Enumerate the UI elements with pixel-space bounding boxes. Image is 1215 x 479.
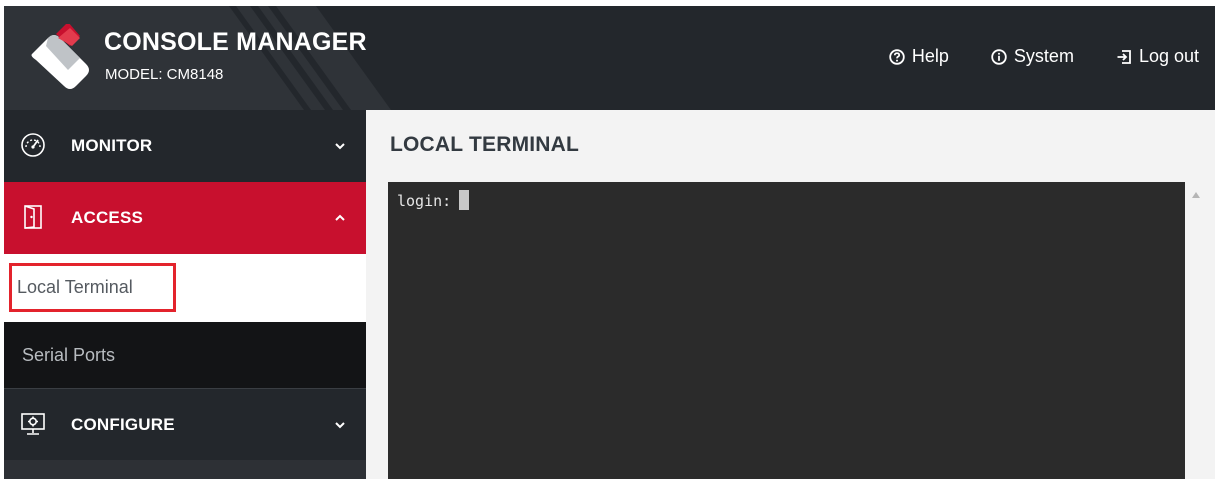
help-label: Help	[911, 46, 949, 66]
monitor-gear-icon	[21, 413, 45, 435]
sidebar-item-monitor-label: MONITOR	[71, 136, 153, 155]
sidebar-item-access[interactable]: ACCESS	[4, 182, 366, 254]
door-icon	[24, 205, 42, 229]
page-title: LOCAL TERMINAL	[390, 133, 580, 156]
system-label: System	[1013, 46, 1074, 66]
console-manager-logo-icon	[31, 24, 89, 89]
sidebar-subitem-local-terminal[interactable]: Local Terminal	[9, 263, 176, 312]
terminal-cursor	[459, 190, 470, 210]
sidebar-subitem-serial-ports[interactable]: Serial Ports	[4, 322, 366, 388]
help-link[interactable]: Help	[889, 46, 949, 67]
sidebar-footer-space	[4, 460, 366, 479]
chevron-down-icon	[335, 143, 345, 150]
terminal-prompt: login:	[397, 192, 452, 210]
main-content: LOCAL TERMINAL login:	[366, 110, 1215, 479]
top-header: CONSOLE MANAGER MODEL: CM8148 Help Syste…	[4, 6, 1215, 110]
brand-model: MODEL: CM8148	[105, 66, 224, 83]
sign-out-icon	[1117, 49, 1131, 64]
console-manager-app: CONSOLE MANAGER MODEL: CM8148 Help Syste…	[4, 6, 1215, 479]
logout-link[interactable]: Log out	[1116, 46, 1199, 67]
sidebar-subitem-local-terminal-row: Local Terminal	[4, 254, 366, 322]
chevron-up-icon	[335, 214, 345, 221]
sidebar-item-configure[interactable]: CONFIGURE	[4, 388, 366, 460]
system-link[interactable]: System	[991, 46, 1074, 67]
scroll-up-arrow-icon[interactable]	[1192, 192, 1200, 198]
sidebar-item-configure-label: CONFIGURE	[71, 414, 175, 434]
sidebar: MONITOR ACCESS Local Terminal Serial Por…	[4, 110, 366, 479]
info-circle-icon	[991, 48, 1007, 65]
brand-title: CONSOLE MANAGER	[104, 28, 367, 56]
sidebar-item-monitor[interactable]: MONITOR	[4, 110, 366, 182]
question-circle-icon	[889, 48, 905, 65]
speedometer-icon	[21, 133, 45, 157]
chevron-down-icon	[335, 422, 345, 429]
logout-label: Log out	[1138, 46, 1199, 66]
terminal-window[interactable]: login:	[388, 182, 1185, 479]
top-nav: Help System Log out	[847, 46, 1199, 67]
sidebar-item-access-label: ACCESS	[71, 208, 144, 227]
